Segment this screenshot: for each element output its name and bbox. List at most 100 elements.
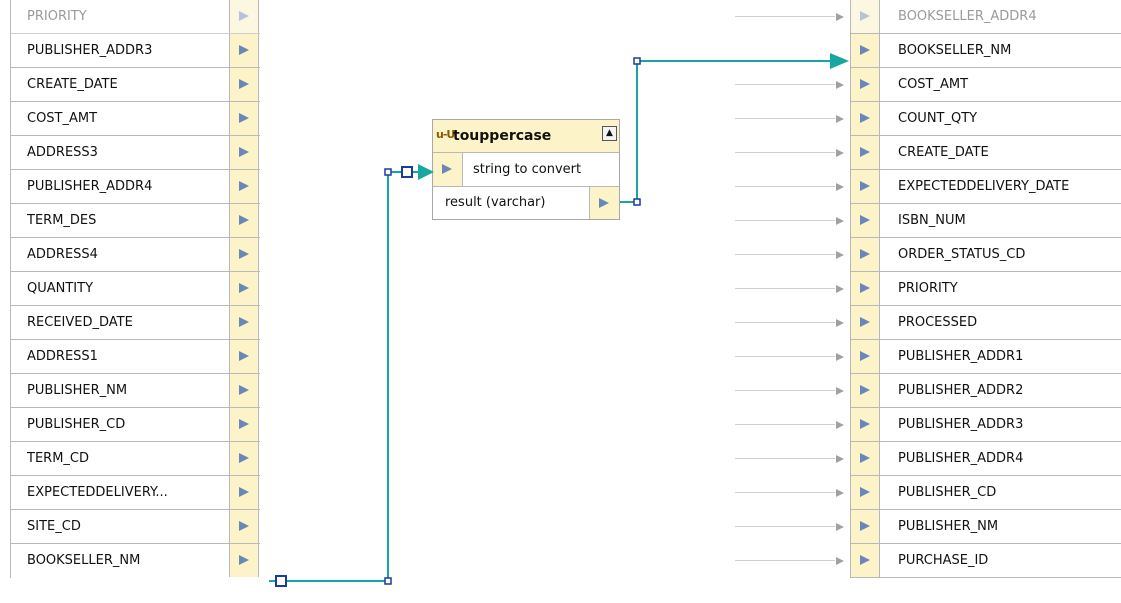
target-column-port[interactable]: [850, 510, 880, 543]
target-column-port[interactable]: [850, 0, 880, 33]
target-column-port[interactable]: [850, 340, 880, 373]
source-column-port[interactable]: [229, 544, 259, 577]
target-column-port[interactable]: [850, 68, 880, 101]
target-column-port[interactable]: [850, 102, 880, 135]
target-column-port[interactable]: [850, 374, 880, 407]
source-column-label: ADDRESS3: [27, 145, 98, 160]
function-input-port[interactable]: [433, 153, 463, 186]
target-column-port[interactable]: [850, 408, 880, 441]
touppercase-function-node[interactable]: u-U touppercase ▲ string to convert resu…: [432, 119, 620, 220]
source-column-row[interactable]: PUBLISHER_ADDR4: [10, 170, 260, 204]
target-column-row[interactable]: PUBLISHER_CD: [735, 476, 1121, 510]
target-column-port[interactable]: [850, 306, 880, 339]
port-arrow-icon: [239, 487, 249, 497]
target-column-row[interactable]: EXPECTEDDELIVERY_DATE: [735, 170, 1121, 204]
source-column-port[interactable]: [229, 476, 259, 509]
unmapped-input-arrow-icon: [735, 149, 844, 157]
connector-handle[interactable]: [633, 198, 641, 206]
target-column-row[interactable]: PUBLISHER_NM: [735, 510, 1121, 544]
target-column-port[interactable]: [850, 272, 880, 305]
target-column-label: PUBLISHER_ADDR4: [898, 451, 1024, 466]
target-column-row[interactable]: PROCESSED: [735, 306, 1121, 340]
source-column-port[interactable]: [229, 136, 259, 169]
source-column-label: QUANTITY: [27, 281, 94, 296]
source-column-row[interactable]: EXPECTEDDELIVERY...: [10, 476, 260, 510]
connector-line[interactable]: [269, 171, 420, 582]
target-column-port[interactable]: [850, 136, 880, 169]
source-column-port[interactable]: [229, 408, 259, 441]
source-column-port[interactable]: [229, 238, 259, 271]
source-column-port[interactable]: [229, 306, 259, 339]
target-column-port[interactable]: [850, 476, 880, 509]
target-column-port[interactable]: [850, 442, 880, 475]
target-column-row[interactable]: BOOKSELLER_NM: [850, 34, 1121, 68]
target-column-row[interactable]: ORDER_STATUS_CD: [735, 238, 1121, 272]
source-column-port[interactable]: [229, 170, 259, 203]
connector-line[interactable]: [620, 60, 834, 203]
source-column-port[interactable]: [229, 272, 259, 305]
source-column-port[interactable]: [229, 34, 259, 67]
source-column-port[interactable]: [229, 374, 259, 407]
target-column-row[interactable]: BOOKSELLER_ADDR4: [735, 0, 1121, 34]
connector-handle[interactable]: [275, 575, 287, 587]
target-column-port[interactable]: [850, 544, 880, 577]
connector-handle[interactable]: [633, 57, 641, 65]
source-column-row[interactable]: BOOKSELLER_NM: [10, 544, 260, 578]
source-column-row[interactable]: COST_AMT: [10, 102, 260, 136]
source-column-row[interactable]: ADDRESS1: [10, 340, 260, 374]
source-column-label: BOOKSELLER_NM: [27, 553, 141, 568]
source-column-row[interactable]: RECEIVED_DATE: [10, 306, 260, 340]
target-column-row[interactable]: PUBLISHER_ADDR3: [735, 408, 1121, 442]
target-column-row[interactable]: PUBLISHER_ADDR4: [735, 442, 1121, 476]
source-column-port[interactable]: [229, 204, 259, 237]
target-column-label: PUBLISHER_CD: [898, 485, 997, 500]
source-column-row[interactable]: CREATE_DATE: [10, 68, 260, 102]
source-column-row[interactable]: ADDRESS4: [10, 238, 260, 272]
source-column-port[interactable]: [229, 340, 259, 373]
target-column-row[interactable]: PURCHASE_ID: [735, 544, 1121, 578]
target-column-port[interactable]: [850, 170, 880, 203]
target-column-label: BOOKSELLER_NM: [898, 43, 1012, 58]
source-column-row[interactable]: PRIORITY: [10, 0, 260, 34]
function-output-port[interactable]: [589, 187, 619, 219]
target-column-row[interactable]: PUBLISHER_ADDR1: [735, 340, 1121, 374]
target-column-row[interactable]: CREATE_DATE: [735, 136, 1121, 170]
source-column-row[interactable]: PUBLISHER_CD: [10, 408, 260, 442]
target-column-row[interactable]: PUBLISHER_ADDR2: [735, 374, 1121, 408]
source-column-port[interactable]: [229, 102, 259, 135]
source-column-row[interactable]: ADDRESS3: [10, 136, 260, 170]
collapse-icon[interactable]: ▲: [602, 126, 617, 141]
source-column-row[interactable]: TERM_CD: [10, 442, 260, 476]
source-column-port[interactable]: [229, 0, 259, 33]
port-arrow-icon: [860, 385, 870, 395]
function-input-label: string to convert: [473, 162, 582, 177]
unmapped-input-arrow-icon: [735, 489, 844, 497]
source-column-row[interactable]: QUANTITY: [10, 272, 260, 306]
source-column-label: TERM_CD: [27, 451, 89, 466]
source-column-port[interactable]: [229, 510, 259, 543]
unmapped-input-arrow-icon: [735, 353, 844, 361]
source-column-port[interactable]: [229, 442, 259, 475]
target-column-row[interactable]: ISBN_NUM: [735, 204, 1121, 238]
function-node-header[interactable]: u-U touppercase ▲: [433, 120, 619, 153]
source-column-label: ADDRESS4: [27, 247, 98, 262]
port-arrow-icon: [860, 317, 870, 327]
source-column-row[interactable]: SITE_CD: [10, 510, 260, 544]
target-column-port[interactable]: [850, 238, 880, 271]
connector-handle[interactable]: [384, 168, 392, 176]
target-column-row[interactable]: COUNT_QTY: [735, 102, 1121, 136]
connector-handle[interactable]: [384, 577, 392, 585]
source-column-row[interactable]: PUBLISHER_ADDR3: [10, 34, 260, 68]
function-output-label: result (varchar): [445, 195, 546, 210]
connector-handle[interactable]: [401, 166, 413, 178]
port-arrow-icon: [860, 351, 870, 361]
target-column-row[interactable]: PRIORITY: [735, 272, 1121, 306]
target-column-row[interactable]: COST_AMT: [735, 68, 1121, 102]
target-column-port[interactable]: [850, 204, 880, 237]
source-column-row[interactable]: TERM_DES: [10, 204, 260, 238]
source-column-row[interactable]: PUBLISHER_NM: [10, 374, 260, 408]
port-arrow-icon: [860, 283, 870, 293]
target-column-port[interactable]: [850, 34, 880, 67]
source-column-port[interactable]: [229, 68, 259, 101]
function-output-row: result (varchar): [433, 187, 619, 219]
